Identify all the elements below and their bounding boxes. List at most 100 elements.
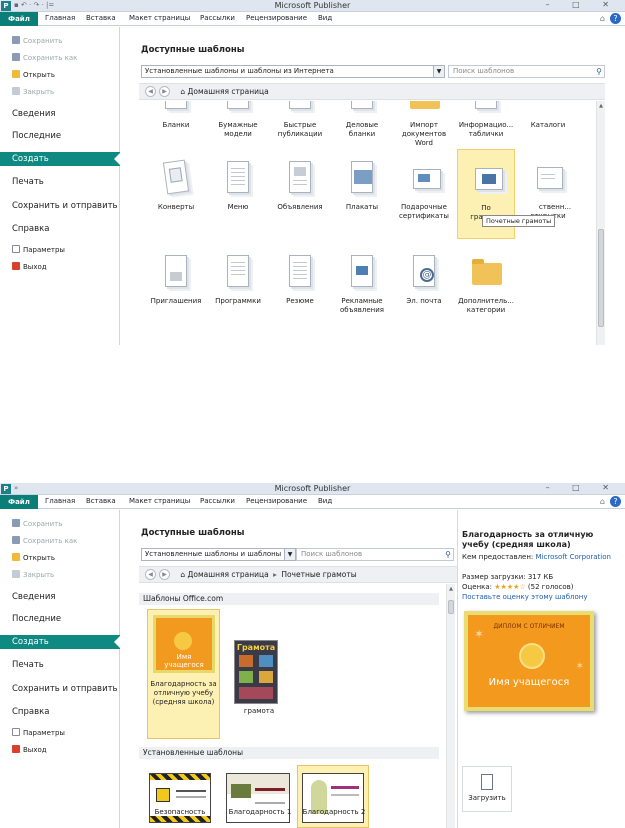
sidebar-item-close[interactable]: Закрыть	[0, 85, 120, 99]
search-input[interactable]: Поиск шаблонов ⚲	[448, 65, 605, 78]
category-tile[interactable]: Подарочные сертификаты	[395, 159, 453, 221]
template-source-select[interactable]: Установленные шаблоны и шаблоны из I ▼	[141, 548, 296, 561]
category-tile[interactable]: Рекламные объявления	[333, 253, 391, 315]
category-label: Рекламные объявления	[340, 297, 384, 314]
tab-home[interactable]: Главная	[45, 497, 75, 505]
sidebar-item-print[interactable]: Печать	[0, 658, 120, 672]
category-tile[interactable]: Дополнитель... категории	[457, 253, 515, 315]
breadcrumb-home[interactable]: Домашняя страница	[188, 570, 269, 579]
sidebar-item-info[interactable]: Сведения	[0, 590, 120, 604]
breadcrumb-current[interactable]: Почетные грамоты	[281, 570, 356, 579]
category-tile[interactable]: Резюме	[271, 253, 329, 306]
window-controls[interactable]: – □ ✕	[546, 483, 619, 492]
tab-page-layout[interactable]: Макет страницы	[129, 14, 190, 22]
sidebar-item-info[interactable]: Сведения	[0, 107, 120, 121]
category-tile[interactable]: Каталоги	[519, 101, 577, 130]
minimize-ribbon-icon[interactable]: ⌂	[600, 497, 605, 506]
home-icon[interactable]: ⌂	[180, 87, 185, 96]
sidebar-item-open[interactable]: Открыть	[0, 551, 120, 565]
category-tile[interactable]: Объявления	[271, 159, 329, 212]
sidebar-item-close[interactable]: Закрыть	[0, 568, 120, 582]
sidebar-item-help[interactable]: Справка	[0, 222, 120, 236]
category-tile[interactable]: ственн...открытки	[519, 159, 577, 221]
download-button[interactable]: Загрузить	[462, 766, 512, 812]
folder-open-icon	[12, 70, 20, 78]
tab-mailings[interactable]: Рассылки	[200, 14, 235, 22]
sidebar-item-save[interactable]: Сохранить	[0, 517, 120, 531]
tab-view[interactable]: Вид	[318, 497, 332, 505]
breadcrumb-home[interactable]: Домашняя страница	[188, 87, 269, 96]
rate-template-link[interactable]: Поставьте оценку этому шаблону	[462, 593, 588, 601]
sidebar-item-options[interactable]: Параметры	[0, 243, 120, 257]
category-label: Приглашения	[150, 297, 202, 305]
help-icon[interactable]: ?	[610, 496, 621, 507]
search-icon[interactable]: ⚲	[596, 66, 602, 77]
sidebar-item-create[interactable]: Создать	[0, 635, 121, 649]
tab-mailings[interactable]: Рассылки	[200, 497, 235, 505]
category-tile[interactable]: Быстрые публикации	[271, 101, 329, 139]
help-icon[interactable]: ?	[610, 13, 621, 24]
tab-insert[interactable]: Вставка	[86, 497, 116, 505]
category-tile[interactable]: Меню	[209, 159, 267, 212]
sidebar-item-save-send[interactable]: Сохранить и отправить	[0, 199, 120, 213]
tab-page-layout[interactable]: Макет страницы	[129, 497, 190, 505]
sidebar-item-save-as[interactable]: Сохранить как	[0, 51, 120, 65]
tab-insert[interactable]: Вставка	[86, 14, 116, 22]
template-item[interactable]	[147, 767, 215, 828]
sidebar-item-label: Параметры	[23, 729, 65, 737]
scrollbar[interactable]: ▲	[446, 584, 455, 828]
template-item[interactable]	[223, 767, 293, 828]
scrollbar[interactable]: ▲	[596, 101, 605, 345]
sidebar-item-help[interactable]: Справка	[0, 705, 120, 719]
chevron-down-icon[interactable]: ▼	[433, 66, 444, 77]
provider-link[interactable]: Microsoft Corporation	[536, 553, 611, 561]
template-item-selected[interactable]	[297, 765, 369, 828]
sidebar-item-recent[interactable]: Последние	[0, 129, 120, 143]
scroll-up-icon[interactable]: ▲	[447, 586, 455, 592]
category-tile[interactable]: Деловые бланки	[333, 101, 391, 139]
sidebar-item-recent[interactable]: Последние	[0, 612, 120, 626]
category-tile[interactable]: Информацио... таблички	[457, 101, 515, 139]
sidebar-item-options[interactable]: Параметры	[0, 726, 120, 740]
category-tile[interactable]: Плакаты	[333, 159, 391, 212]
search-input[interactable]: Поиск шаблонов ⚲	[296, 548, 454, 561]
tab-file[interactable]: Файл	[0, 495, 38, 509]
category-tile[interactable]: Бумажные модели	[209, 101, 267, 139]
sidebar-item-create[interactable]: Создать	[0, 152, 121, 166]
home-icon[interactable]: ⌂	[180, 570, 185, 579]
category-tile[interactable]: Программки	[209, 253, 267, 306]
sidebar-item-label: Закрыть	[23, 88, 55, 96]
sidebar-item-print[interactable]: Печать	[0, 175, 120, 189]
window-controls[interactable]: – □ ✕	[546, 0, 619, 9]
minimize-ribbon-icon[interactable]: ⌂	[600, 14, 605, 23]
sidebar-item-save[interactable]: Сохранить	[0, 34, 120, 48]
forward-icon[interactable]: ▶	[159, 86, 170, 97]
scroll-up-icon[interactable]: ▲	[597, 103, 605, 109]
sidebar-item-open[interactable]: Открыть	[0, 68, 120, 82]
tab-view[interactable]: Вид	[318, 14, 332, 22]
category-tile[interactable]: Импорт документов Word	[395, 101, 453, 148]
tab-home[interactable]: Главная	[45, 14, 75, 22]
template-item-selected[interactable]: Имя учащегося Благодарность за отличную …	[147, 609, 220, 739]
tab-review[interactable]: Рецензирование	[246, 497, 307, 505]
certificate-thumbnail: Имя учащегося	[153, 615, 215, 673]
back-icon[interactable]: ◀	[145, 569, 156, 580]
tab-file[interactable]: Файл	[0, 12, 38, 26]
back-icon[interactable]: ◀	[145, 86, 156, 97]
sidebar-item-exit[interactable]: Выход	[0, 743, 120, 757]
chevron-down-icon[interactable]: ▼	[284, 549, 295, 560]
scroll-thumb[interactable]	[448, 600, 454, 614]
category-tile[interactable]: Бланки	[147, 101, 205, 130]
tab-review[interactable]: Рецензирование	[246, 14, 307, 22]
scroll-thumb[interactable]	[598, 229, 604, 327]
forward-icon[interactable]: ▶	[159, 569, 170, 580]
template-source-select[interactable]: Установленные шаблоны и шаблоны из Интер…	[141, 65, 445, 78]
category-tile[interactable]: Приглашения	[147, 253, 205, 306]
search-icon[interactable]: ⚲	[445, 549, 451, 560]
category-tile[interactable]: Конверты	[147, 159, 205, 212]
category-tile[interactable]: @ Эл. почта	[395, 253, 453, 306]
sidebar-item-save-send[interactable]: Сохранить и отправить	[0, 682, 120, 696]
template-item[interactable]: Грамота грамота	[231, 609, 287, 719]
sidebar-item-exit[interactable]: Выход	[0, 260, 120, 274]
sidebar-item-save-as[interactable]: Сохранить как	[0, 534, 120, 548]
